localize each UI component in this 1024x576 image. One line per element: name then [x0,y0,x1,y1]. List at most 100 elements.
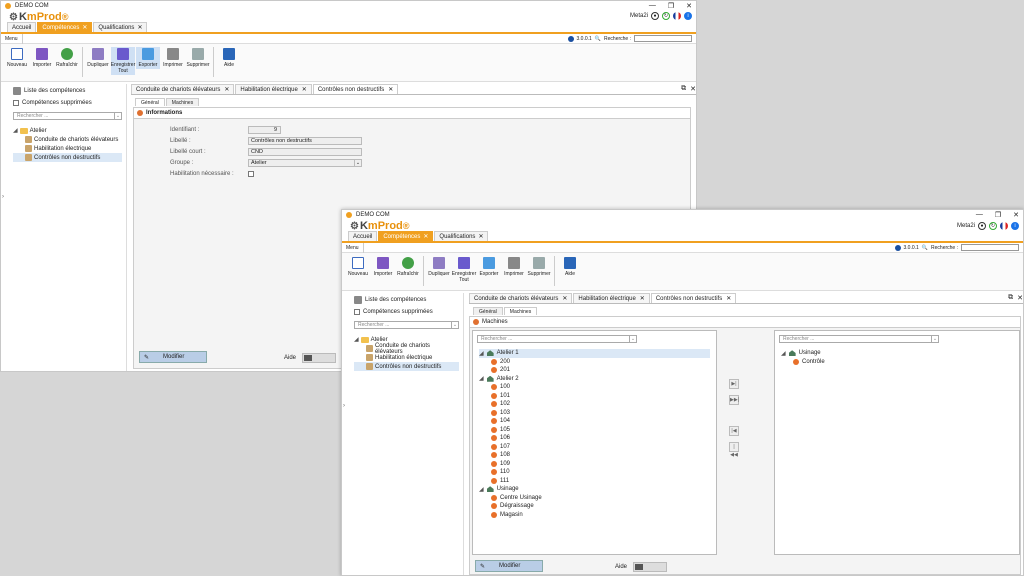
group-select[interactable]: Atelier ⌄ [248,158,362,167]
machine-item[interactable]: Contrôle [781,358,1013,367]
search-input[interactable] [634,35,692,42]
tab-accueil[interactable]: Accueil [7,22,37,32]
close-button[interactable]: ✕ [1013,211,1019,219]
tree-item[interactable]: Contrôles non destructifs [13,153,122,162]
machine-item[interactable]: 200 [479,358,710,367]
minimize-button[interactable]: — [976,211,983,219]
chevron-down-icon[interactable]: ⌄ [629,336,636,342]
tree-item[interactable]: Contrôles non destructifs [354,362,459,371]
ribbon-button-import[interactable]: Importer [371,256,395,278]
tab-competences[interactable]: Compétences ✕ [378,231,434,241]
machine-item[interactable]: 109 [479,460,710,469]
ribbon-button-duplicate[interactable]: Dupliquer [86,47,110,69]
expand-icon[interactable]: ◢ [781,350,786,357]
machine-item[interactable]: 101 [479,392,710,401]
close-tab-icon[interactable]: ✕ [82,24,87,31]
machine-item[interactable]: 106 [479,434,710,443]
user-icon[interactable]: ● [978,222,986,230]
machine-item[interactable]: 102 [479,400,710,409]
help-toggle[interactable] [302,353,337,363]
chevron-down-icon[interactable]: ⌄ [354,159,361,167]
machine-group-node[interactable]: ◢ Usinage [781,349,1013,358]
move-all-left-button[interactable]: |◀◀ [729,442,739,458]
float-icon[interactable]: ⧉ [681,85,686,93]
ribbon-button-import[interactable]: Importer [30,47,54,69]
move-all-right-button[interactable]: ▶▶| [729,395,739,405]
ribbon-button-refresh[interactable]: Rafraîchir [55,47,79,69]
maximize-button[interactable]: ❐ [995,211,1001,219]
short-label-field[interactable]: CND [248,147,362,156]
tab-habilitation[interactable]: Habilitation électrique ✕ [235,84,312,94]
french-flag-icon[interactable] [1000,222,1008,230]
deleted-checkbox[interactable] [354,309,360,315]
machine-item[interactable]: 100 [479,383,710,392]
expand-icon[interactable]: ◢ [479,486,484,493]
subtab-general[interactable]: Général [473,307,503,315]
menu-tab[interactable]: Menu [342,242,364,253]
available-search-input[interactable]: Rechercher ... ⌄ [477,335,637,343]
ribbon-button-print[interactable]: Imprimer [161,47,185,69]
tab-habilitation[interactable]: Habilitation électrique ✕ [573,293,650,303]
ribbon-button-new[interactable]: Nouveau [346,256,370,278]
ribbon-button-duplicate[interactable]: Dupliquer [427,256,451,278]
machine-group-node[interactable]: ◢ Atelier 1 [479,349,710,358]
deleted-checkbox[interactable] [13,100,19,106]
close-button[interactable]: ✕ [686,2,692,10]
machine-item[interactable]: Dégraissage [479,502,710,511]
expand-arrow-icon[interactable]: › [343,403,345,409]
machine-item[interactable]: Magasin [479,511,710,520]
expand-icon[interactable]: ◢ [479,350,484,357]
machine-group-node[interactable]: ◢ Atelier 2 [479,375,710,384]
search-input[interactable] [961,244,1019,251]
machine-item[interactable]: 108 [479,451,710,460]
machine-item[interactable]: 201 [479,366,710,375]
move-left-button[interactable]: |◀ [729,426,739,436]
move-right-button[interactable]: ▶| [729,379,739,389]
machine-item[interactable]: Centre Usinage [479,494,710,503]
tree-item[interactable]: Conduite de chariots élévateurs [13,135,122,144]
close-tab-icon[interactable]: ✕ [137,24,142,31]
competence-search-input[interactable]: Rechercher ... ⌄ [13,112,122,120]
ribbon-button-refresh[interactable]: Rafraîchir [396,256,420,278]
competence-search-input[interactable]: Rechercher ... ⌄ [354,321,459,329]
machine-item[interactable]: 110 [479,468,710,477]
chevron-down-icon[interactable]: ⌄ [931,336,938,342]
maximize-button[interactable]: ❐ [668,2,674,10]
subtab-general[interactable]: Général [135,98,165,106]
tree-node-atelier[interactable]: ◢ Atelier [13,126,122,135]
subtab-machines[interactable]: Machines [503,307,538,315]
expand-icon[interactable]: ◢ [479,375,484,382]
tab-cnd[interactable]: Contrôles non destructifs ✕ [650,293,737,303]
machine-item[interactable]: 103 [479,409,710,418]
machine-item[interactable]: 104 [479,417,710,426]
ribbon-button-delete[interactable]: Supprimer [186,47,210,69]
label-field[interactable]: Contrôles non destructifs [248,136,362,145]
tree-item[interactable]: Conduite de chariots élévateurs [354,343,459,355]
expand-arrow-icon[interactable]: › [2,194,4,200]
chevron-down-icon[interactable]: ⌄ [114,113,121,119]
machine-item[interactable]: 111 [479,477,710,486]
machine-item[interactable]: 105 [479,426,710,435]
ribbon-button-export[interactable]: Exporter [477,256,501,278]
ribbon-button-export[interactable]: Exporter [136,47,160,69]
chevron-down-icon[interactable]: ⌄ [451,322,458,328]
minimize-button[interactable]: — [649,2,656,10]
ribbon-button-delete[interactable]: Supprimer [527,256,551,278]
ribbon-button-help[interactable]: Aide [558,256,582,278]
ribbon-button-save-all[interactable]: Enregistrer Tout [111,47,135,75]
ribbon-button-new[interactable]: Nouveau [5,47,29,69]
help-toggle[interactable] [633,562,668,572]
tab-competences[interactable]: Compétences ✕ [37,22,93,32]
assigned-search-input[interactable]: Rechercher ... ⌄ [779,335,939,343]
machine-group-node[interactable]: ◢ Usinage [479,485,710,494]
tab-conduite[interactable]: Conduite de chariots élévateurs ✕ [131,84,235,94]
ribbon-button-print[interactable]: Imprimer [502,256,526,278]
info-icon[interactable]: i [684,12,692,20]
ribbon-button-help[interactable]: Aide [217,47,241,69]
sync-icon[interactable]: ↻ [989,222,997,230]
sync-icon[interactable]: ↻ [662,12,670,20]
info-icon[interactable]: i [1011,222,1019,230]
close-panel-icon[interactable]: ✕ [690,85,696,93]
authorization-checkbox[interactable] [248,170,254,177]
close-tab-icon[interactable]: ✕ [423,233,428,240]
